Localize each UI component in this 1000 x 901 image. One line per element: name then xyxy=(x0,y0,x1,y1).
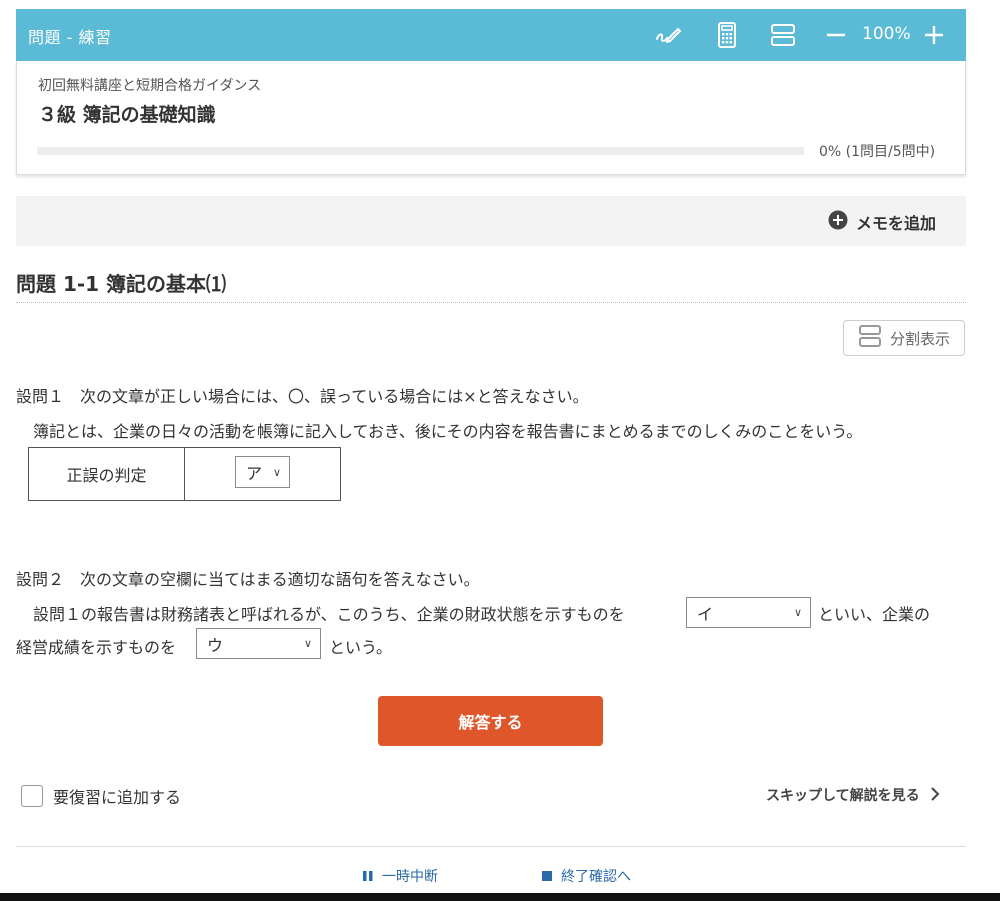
submit-answer-button[interactable]: 解答する xyxy=(378,696,603,746)
window-edge xyxy=(982,0,1000,901)
pen-icon[interactable] xyxy=(654,21,682,49)
answer-select-u[interactable]: ウ ∨ xyxy=(196,628,321,659)
lesson-title: ３級 簿記の基礎知識 xyxy=(38,104,216,126)
add-memo-label: メモを追加 xyxy=(855,214,936,233)
answer-select-i-value: イ xyxy=(697,604,714,624)
chevron-down-icon: ∨ xyxy=(272,465,281,479)
chevron-down-icon: ∨ xyxy=(793,606,802,619)
pause-icon xyxy=(362,867,374,886)
question-title: 問題 1-1 簿記の基本⑴ xyxy=(16,272,227,296)
chevron-down-icon: ∨ xyxy=(303,637,312,650)
finish-confirm-button[interactable]: 終了確認へ xyxy=(541,866,631,886)
review-checkbox[interactable] xyxy=(21,785,43,807)
q2-text-4: という。 xyxy=(329,638,393,657)
judgement-table: 正誤の判定 xyxy=(28,447,341,501)
window-bottom-edge xyxy=(0,893,1000,901)
review-checkbox-row[interactable]: 要復習に追加する xyxy=(21,784,181,808)
split-layout-icon[interactable] xyxy=(769,21,797,49)
split-layout-icon xyxy=(858,324,882,352)
q2-text-1: 設問１の報告書は財務諸表と呼ばれるが、このうち、企業の財政状態を示すものを xyxy=(33,605,625,624)
progress-bar xyxy=(37,147,804,155)
stop-icon xyxy=(541,867,553,886)
review-label: 要復習に追加する xyxy=(53,788,182,807)
zoom-out-icon[interactable] xyxy=(822,21,850,49)
pause-label: 一時中断 xyxy=(382,869,438,885)
q2-text-3: 経営成績を示すものを xyxy=(16,638,177,657)
judgement-select-value: ア xyxy=(246,464,263,483)
skip-to-explanation-link[interactable]: スキップして解説を見る xyxy=(766,785,940,805)
q1-prompt: 設問１ 次の文章が正しい場合には、〇、誤っている場合には×と答えなさい。 xyxy=(16,387,589,406)
skip-label: スキップして解説を見る xyxy=(766,788,920,804)
footer-divider xyxy=(16,846,966,847)
header-title: 問題 - 練習 xyxy=(28,28,112,47)
split-view-button[interactable]: 分割表示 xyxy=(843,320,965,356)
course-card: 初回無料講座と短期合格ガイダンス ３級 簿記の基礎知識 0% (1問目/5問中) xyxy=(16,61,966,175)
chevron-right-icon xyxy=(930,786,940,805)
q2-prompt: 設問２ 次の文章の空欄に当てはまる適切な語句を答えなさい。 xyxy=(16,570,480,589)
split-view-label: 分割表示 xyxy=(890,329,951,348)
memo-bar: メモを追加 xyxy=(16,196,966,246)
add-memo-button[interactable]: メモを追加 xyxy=(828,210,936,234)
zoom-in-icon[interactable] xyxy=(920,21,948,49)
judgement-label: 正誤の判定 xyxy=(28,447,185,501)
answer-select-u-value: ウ xyxy=(207,635,224,655)
zoom-level: 100% xyxy=(862,24,911,44)
q1-body: 簿記とは、企業の日々の活動を帳簿に記入しておき、後にその内容を報告書にまとめるま… xyxy=(33,422,863,441)
finish-confirm-label: 終了確認へ xyxy=(561,869,631,885)
plus-circle-icon xyxy=(828,210,848,234)
page: 問題 - 練習 100% 初回無料講座と短期合格ガイダンス ３級 簿記の基礎知識… xyxy=(0,0,1000,901)
judgement-select[interactable]: ア ∨ xyxy=(235,456,290,488)
progress-text: 0% (1問目/5問中) xyxy=(819,144,936,160)
course-name: 初回無料講座と短期合格ガイダンス xyxy=(38,78,262,94)
title-divider xyxy=(16,302,966,303)
pause-button[interactable]: 一時中断 xyxy=(362,866,438,886)
calculator-icon[interactable] xyxy=(713,21,741,49)
q2-text-2: といい、企業の xyxy=(818,605,931,624)
header-bar: 問題 - 練習 100% xyxy=(16,9,966,61)
answer-select-i[interactable]: イ ∨ xyxy=(686,597,811,628)
